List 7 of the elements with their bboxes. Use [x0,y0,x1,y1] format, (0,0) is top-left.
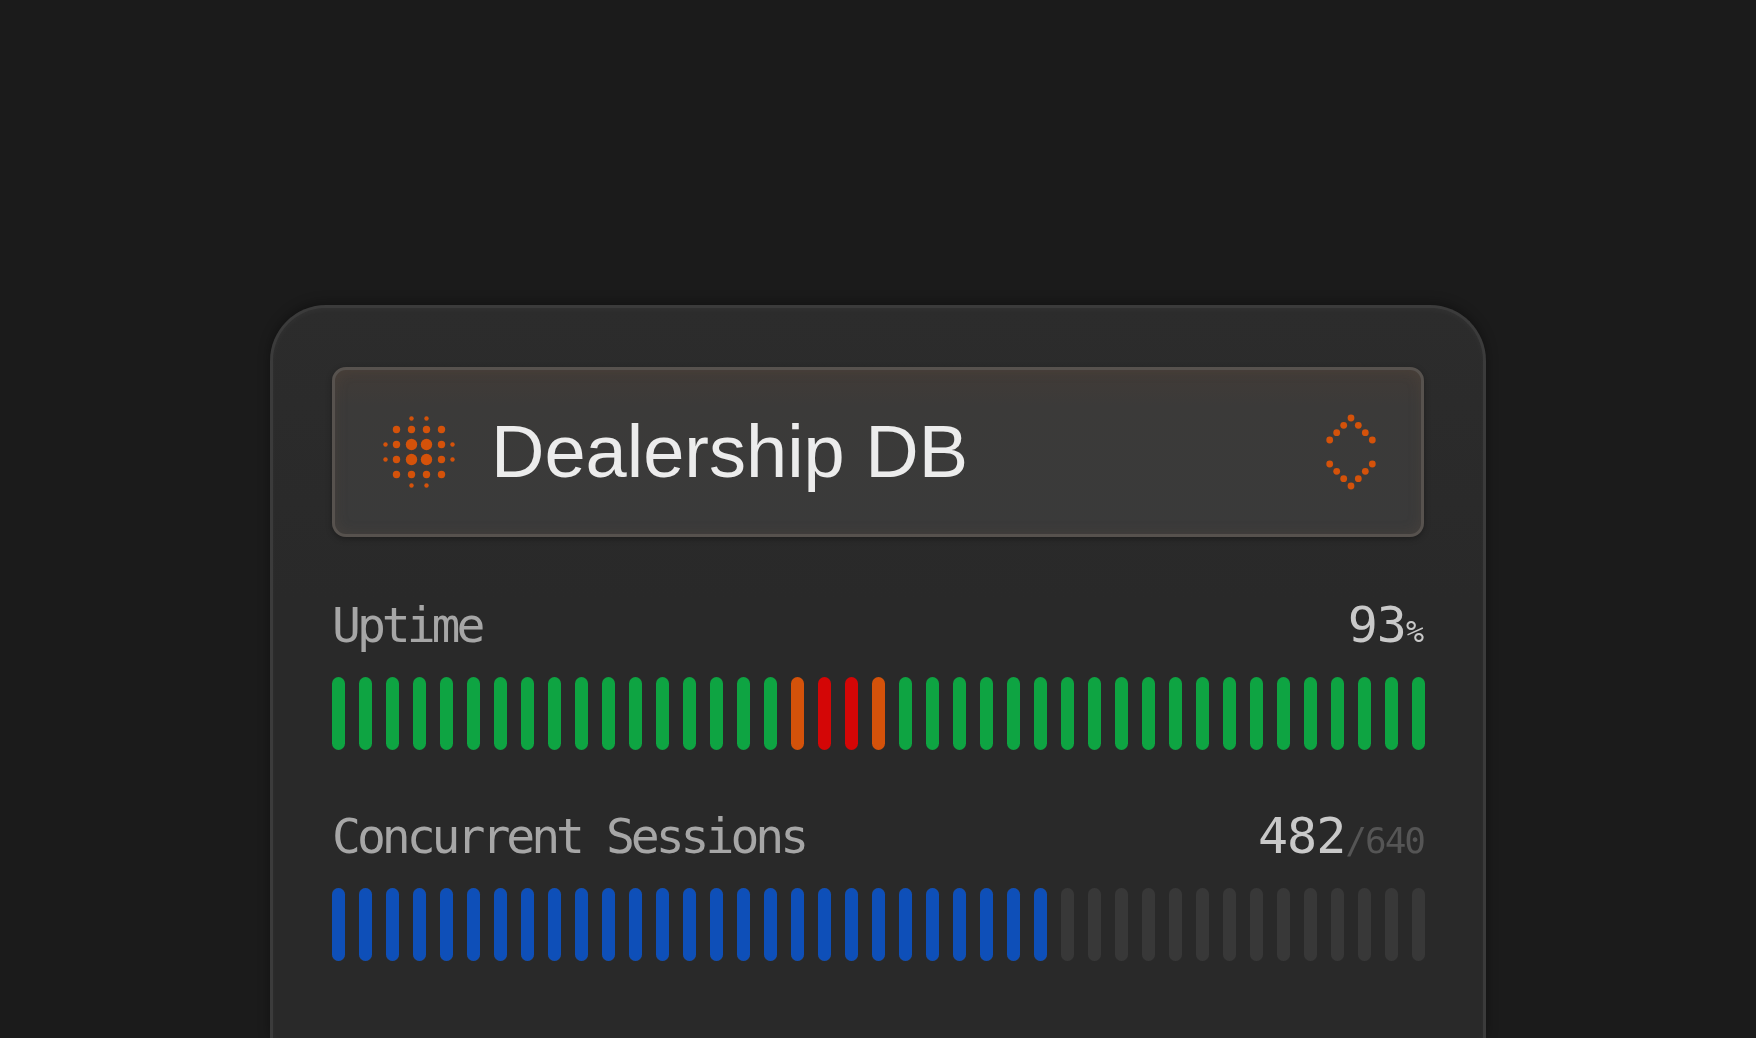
dot-burst-icon [383,416,455,488]
metric-label: Concurrent Sessions [332,812,806,860]
session-count: 482 [1258,811,1346,861]
database-select[interactable]: Dealership DB [332,367,1424,537]
chevron-up-down-icon [1326,414,1376,490]
uptime-value: 93 [1347,600,1406,650]
percent-unit: % [1405,617,1424,647]
